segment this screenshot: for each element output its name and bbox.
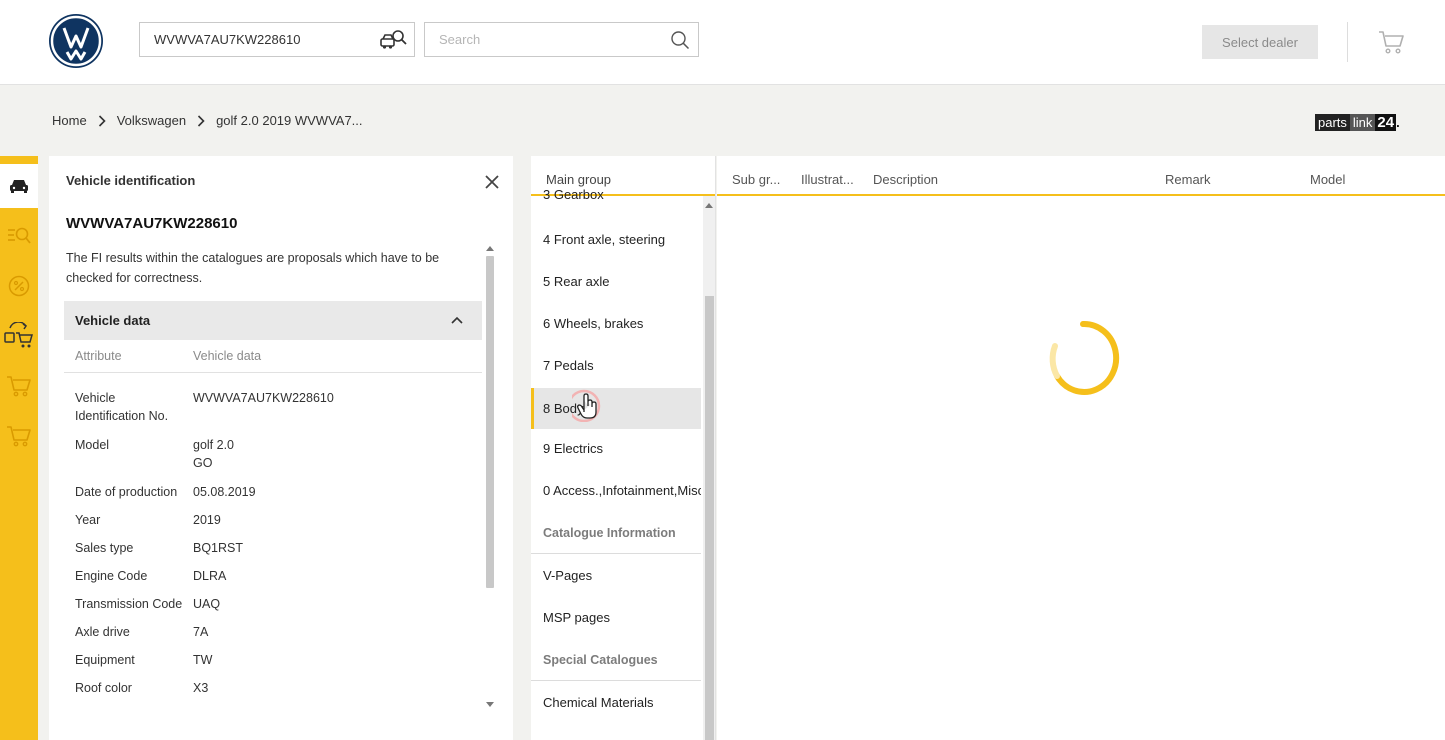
special-catalogue-item[interactable]: Chemical Materials — [531, 682, 701, 723]
scroll-up-arrow-icon[interactable] — [705, 203, 713, 208]
column-header-subgroup[interactable]: Sub gr... — [732, 172, 780, 187]
subgroup-table-header: Sub gr... Illustrat... Description Remar… — [717, 156, 1445, 196]
partslink-text-dot: . — [1396, 114, 1400, 130]
cart-icon — [7, 426, 31, 447]
main-group-item[interactable]: 4 Front axle, steering — [531, 219, 701, 260]
attribute-value: 7A — [193, 625, 209, 639]
percent-icon — [8, 275, 30, 297]
attribute-value: UAQ — [193, 597, 221, 611]
attribute-value: 2019 — [193, 513, 221, 527]
breadcrumb-vehicle[interactable]: golf 2.0 2019 WVWVA7... — [216, 113, 362, 128]
close-icon[interactable] — [483, 173, 501, 191]
column-header-vehicle-data: Vehicle data — [193, 349, 262, 363]
attribute-label: Equipment — [75, 653, 135, 667]
scroll-down-arrow-icon[interactable] — [486, 702, 494, 707]
partslink24-logo: parts link 24 . — [1315, 113, 1400, 131]
attribute-label: Transmission Code — [75, 597, 183, 611]
attribute-value: DLRA — [193, 569, 227, 583]
scrollbar-thumb[interactable] — [486, 256, 494, 588]
attribute-value: WVWVA7AU7KW228610 — [193, 391, 334, 405]
attribute-label: Sales type — [75, 541, 134, 555]
attribute-label: Model — [75, 438, 110, 452]
chevron-right-icon — [98, 114, 106, 127]
chevron-up-icon[interactable] — [450, 314, 464, 326]
catalogue-item[interactable]: V-Pages — [531, 555, 701, 596]
loading-spinner-icon — [1049, 320, 1120, 395]
side-rail — [0, 156, 38, 740]
attribute-label: Engine Code — [75, 569, 148, 583]
panel-title: Vehicle identification — [66, 173, 196, 188]
search-input[interactable] — [439, 32, 659, 47]
attribute-label: Date of production — [75, 485, 178, 499]
attribute-label: Axle drive — [75, 625, 130, 639]
rail-vehicle-button[interactable] — [0, 164, 38, 208]
main-group-item[interactable]: 5 Rear axle — [531, 261, 701, 302]
main-group-panel: Main group 3 Gearbox 4 Front axle, steer… — [531, 156, 716, 740]
main-group-item[interactable]: 6 Wheels, brakes — [531, 303, 701, 344]
vw-logo[interactable] — [49, 14, 103, 68]
vehicle-data-accordion[interactable]: Vehicle data — [64, 301, 482, 340]
cart-exchange-icon — [4, 322, 33, 348]
breadcrumb-brand[interactable]: Volkswagen — [117, 113, 186, 128]
section-special-catalogues: Special Catalogues — [531, 639, 701, 681]
section-catalogue-information: Catalogue Information — [531, 512, 701, 554]
attribute-value: 05.08.2019 — [193, 485, 256, 499]
search-box[interactable] — [424, 22, 699, 57]
fi-disclaimer: The FI results within the catalogues are… — [66, 251, 440, 285]
top-header: Select dealer — [0, 0, 1445, 85]
subgroup-panel: Sub gr... Illustrat... Description Remar… — [717, 156, 1445, 740]
rail-offers-button[interactable] — [0, 264, 38, 308]
attribute-label: Vehicle Identification No. — [75, 391, 169, 423]
column-header-model[interactable]: Model — [1310, 172, 1345, 187]
search-icon[interactable] — [670, 30, 690, 50]
column-header-attribute: Attribute — [75, 349, 122, 363]
main-group-item[interactable]: 0 Access.,Infotainment,Misc. — [531, 470, 701, 511]
rail-exchange-button[interactable] — [0, 314, 38, 358]
scroll-up-arrow-icon[interactable] — [486, 246, 494, 251]
partslink-text-24: 24 — [1375, 113, 1397, 131]
cart-icon[interactable] — [1377, 29, 1405, 55]
header-divider — [1347, 22, 1348, 62]
column-header-remark[interactable]: Remark — [1165, 172, 1211, 187]
main-group-item[interactable]: 9 Electrics — [531, 428, 701, 469]
accordion-label: Vehicle data — [75, 313, 151, 328]
attribute-label: Year — [75, 513, 101, 527]
cart-icon — [7, 376, 31, 397]
column-header-description[interactable]: Description — [873, 172, 938, 187]
car-icon — [10, 180, 28, 193]
partslink-text-link: link — [1349, 113, 1376, 131]
breadcrumb: Home Volkswagen golf 2.0 2019 WVWVA7... — [52, 113, 363, 128]
vin-search-box[interactable] — [139, 22, 415, 57]
scrollbar-thumb[interactable] — [705, 296, 714, 740]
attribute-value: X3 — [193, 681, 209, 695]
column-header-illustration[interactable]: Illustrat... — [801, 172, 854, 187]
chevron-right-icon — [198, 114, 205, 127]
select-dealer-button[interactable]: Select dealer — [1202, 25, 1318, 59]
vehicle-search-icon[interactable] — [380, 29, 408, 51]
vin-input[interactable] — [154, 32, 374, 47]
rail-search-button[interactable] — [0, 214, 38, 258]
breadcrumb-home[interactable]: Home — [52, 113, 87, 128]
vin-heading: WVWVA7AU7KW228610 — [66, 215, 238, 232]
attribute-value: golf 2.0 GO — [193, 438, 235, 470]
catalogue-item[interactable]: MSP pages — [531, 597, 701, 638]
main-group-item[interactable]: 7 Pedals — [531, 345, 701, 386]
main-group-item-active[interactable]: 8 Body — [531, 388, 701, 429]
rail-cart-button[interactable] — [0, 364, 38, 408]
attribute-label: Roof color — [75, 681, 132, 695]
main-group-item[interactable]: 3 Gearbox — [531, 174, 701, 215]
divider — [64, 372, 482, 373]
attribute-value: TW — [193, 653, 213, 667]
hand-cursor-icon — [572, 389, 601, 422]
rail-cart-2-button[interactable] — [0, 414, 38, 458]
partslink-text-parts: parts — [1315, 113, 1350, 131]
vehicle-identification-panel: Vehicle identification WVWVA7AU7KW228610… — [49, 156, 513, 740]
list-search-icon — [8, 227, 31, 244]
attribute-value: BQ1RST — [193, 541, 244, 555]
